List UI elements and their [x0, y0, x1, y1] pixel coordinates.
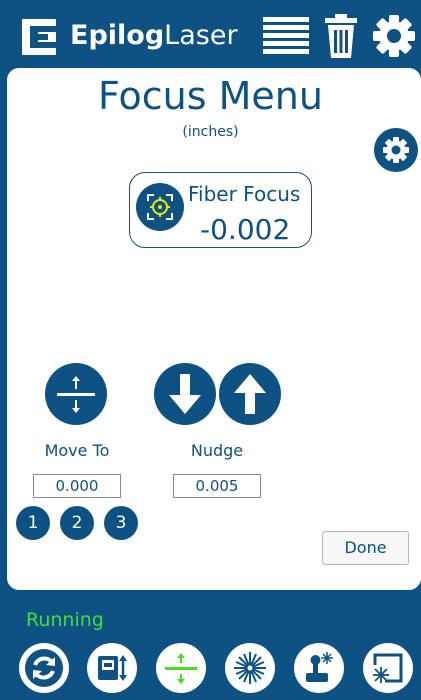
units-label: (inches) [182, 124, 239, 140]
epilog-logo-icon [22, 19, 56, 55]
gear-icon [373, 15, 415, 57]
refresh-icon [25, 649, 63, 687]
brand-logo-text: EpilogLaser [70, 20, 238, 51]
joystick-button[interactable] [294, 643, 344, 693]
header-bar: EpilogLaser [0, 0, 421, 70]
arrow-up-icon [234, 374, 266, 414]
preset-3-button[interactable]: 3 [104, 506, 138, 540]
done-button[interactable]: Done [322, 531, 409, 565]
status-text: Running [26, 609, 104, 631]
preset-2-button[interactable]: 2 [60, 506, 94, 540]
laser-frame-icon [373, 653, 403, 683]
fiber-focus-value: -0.002 [200, 213, 291, 246]
move-to-button[interactable] [45, 363, 107, 425]
laser-frame-button[interactable] [363, 643, 413, 693]
trash-icon [325, 14, 357, 58]
nudge-label: Nudge [190, 441, 244, 460]
focus-icon [165, 653, 197, 684]
nudge-input[interactable]: 0.005 [173, 474, 261, 498]
refresh-button[interactable] [19, 643, 69, 693]
nudge-up-button[interactable] [219, 363, 281, 425]
job-list-button[interactable] [263, 14, 309, 56]
fiber-focus-label: Fiber Focus [188, 182, 301, 206]
preset-1-button[interactable]: 1 [16, 506, 50, 540]
nudge-down-button[interactable] [154, 363, 216, 425]
joystick-icon [306, 652, 333, 682]
job-queue-button[interactable] [87, 643, 137, 693]
list-icon [263, 17, 309, 54]
page-title: Focus Menu [98, 74, 323, 118]
focus-settings-button[interactable] [374, 128, 418, 172]
arrow-down-icon [169, 374, 201, 414]
focus-menu-button[interactable] [156, 643, 206, 693]
laser-button[interactable] [225, 643, 275, 693]
focus-position-icon [57, 376, 95, 413]
settings-button[interactable] [372, 14, 416, 58]
fiber-focus-button[interactable]: Fiber Focus -0.002 [129, 172, 312, 248]
job-list-icon [98, 655, 127, 681]
delete-button[interactable] [324, 14, 358, 58]
move-to-label: Move To [44, 441, 110, 460]
laser-icon [234, 652, 266, 684]
gear-icon [383, 137, 409, 163]
crosshair-icon [136, 183, 184, 231]
move-to-input[interactable]: 0.000 [33, 474, 121, 498]
